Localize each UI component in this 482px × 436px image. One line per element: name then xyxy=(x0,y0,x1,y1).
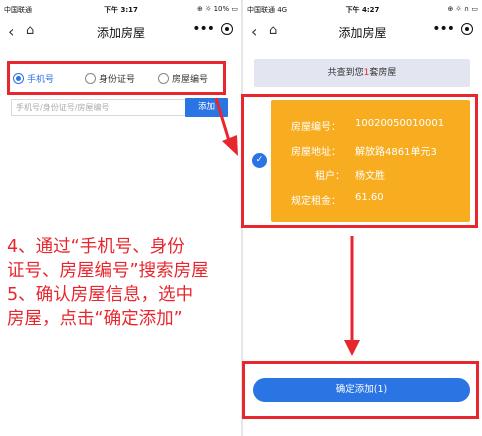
row-label: 租户： xyxy=(315,171,345,182)
row-value: 61.60 xyxy=(355,192,384,203)
more-icon[interactable]: ••• xyxy=(192,21,215,37)
instruction-line: 4、通过“手机号、身份 xyxy=(7,237,185,257)
row-value: 10020050010001 xyxy=(355,118,445,129)
radio-dot-icon xyxy=(158,73,169,84)
status-bar: 中国联通 下午 3:17 ⊕ ☼ 10% ▭ xyxy=(4,5,238,17)
row-label: 规定租金： xyxy=(291,196,341,207)
radio-id-card[interactable]: 身份证号 xyxy=(85,72,135,85)
status-bar: 中国联通 4G 下午 4:27 ⊕ ☼ ∩ ▭ xyxy=(247,5,478,17)
radio-label: 房屋编号 xyxy=(172,75,209,85)
radio-label: 身份证号 xyxy=(99,75,136,85)
nav-bar: ‹ ⌂ 添加房屋 ••• xyxy=(0,20,242,44)
instruction-line: 证号、房屋编号”搜索房屋 xyxy=(7,261,209,281)
instruction-text: 4、通过“手机号、身份 证号、房屋编号”搜索房屋 5、确认房屋信息，选中 房屋，… xyxy=(7,235,243,331)
row-value: 解放路4861单元3 xyxy=(355,147,437,158)
instruction-line: 房屋，点击“确定添加” xyxy=(7,309,183,329)
add-button[interactable]: 添加 xyxy=(185,98,228,117)
status-icons: ⊕ ☼ ∩ ▭ xyxy=(447,5,478,13)
close-target-icon[interactable] xyxy=(221,23,233,35)
battery-label: ⊕ ☼ 10% ▭ xyxy=(197,5,238,13)
radio-label: 手机号 xyxy=(27,75,55,85)
summary-suffix: 套房屋 xyxy=(369,68,397,78)
selected-check-icon[interactable]: ✓ xyxy=(252,153,267,168)
radio-phone[interactable]: 手机号 xyxy=(13,72,54,85)
radio-dot-icon xyxy=(13,73,24,84)
left-screen: 中国联通 下午 3:17 ⊕ ☼ 10% ▭ ‹ ⌂ 添加房屋 ••• 手机号 … xyxy=(0,0,242,436)
confirm-add-button[interactable]: 确定添加(1) xyxy=(253,378,470,402)
radio-house-number[interactable]: 房屋编号 xyxy=(158,72,208,85)
house-card[interactable]: 房屋编号： 10020050010001 房屋地址： 解放路4861单元3 租户… xyxy=(271,100,470,222)
status-time: 下午 4:27 xyxy=(345,6,380,14)
more-icon[interactable]: ••• xyxy=(432,21,455,37)
row-label: 房屋地址： xyxy=(291,147,341,158)
radio-dot-icon xyxy=(85,73,96,84)
instruction-line: 5、确认房屋信息，选中 xyxy=(7,285,194,305)
summary-prefix: 共查到您 xyxy=(327,68,364,78)
close-target-icon[interactable] xyxy=(461,23,473,35)
search-input[interactable]: 手机号/身份证号/房屋编号 xyxy=(11,99,186,116)
battery-percent: 10% xyxy=(213,5,230,13)
right-screen: 中国联通 4G 下午 4:27 ⊕ ☼ ∩ ▭ ‹ ⌂ 添加房屋 ••• 共查到… xyxy=(241,0,482,436)
row-value: 杨文胜 xyxy=(355,171,385,182)
search-result-summary: 共查到您1套房屋 xyxy=(254,59,470,87)
row-label: 房屋编号： xyxy=(291,122,341,133)
nav-bar: ‹ ⌂ 添加房屋 ••• xyxy=(243,20,482,44)
